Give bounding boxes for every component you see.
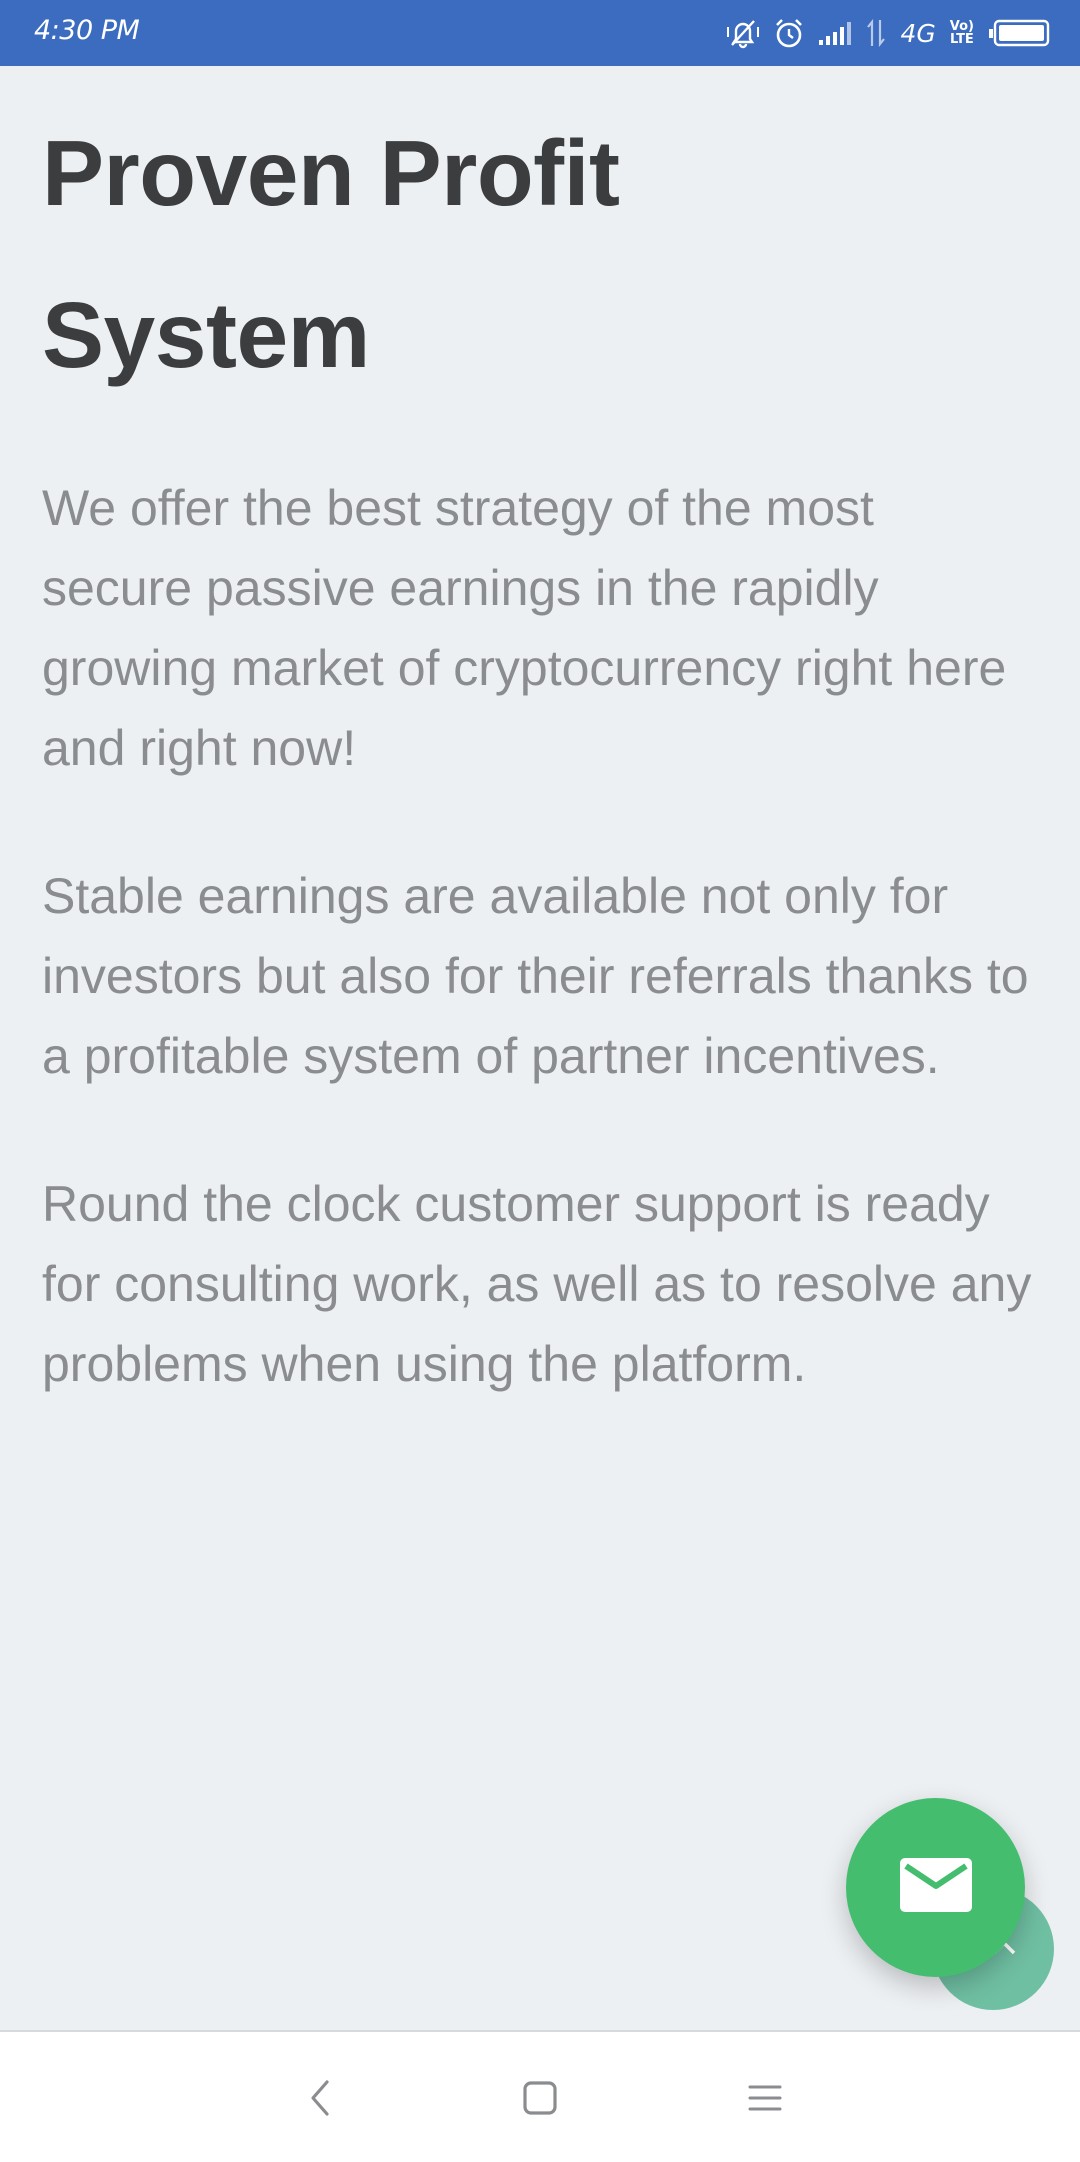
menu-icon — [747, 2083, 783, 2118]
system-nav-bar — [0, 2030, 1080, 2162]
paragraph-strategy: We offer the best strategy of the most s… — [42, 480, 1007, 776]
mute-vibrate-icon — [726, 17, 760, 49]
page-title: Proven Profit System — [42, 92, 1032, 416]
status-time: 4:30 PM — [34, 15, 140, 46]
paragraph-support: Round the clock customer support is read… — [42, 1176, 1032, 1392]
nav-home-button[interactable] — [510, 2070, 570, 2130]
signal-icon — [818, 20, 852, 46]
volte-bottom-label: LTE — [949, 32, 974, 47]
page-title-line-2: System — [42, 283, 370, 387]
network-type-label: 4G — [900, 18, 936, 48]
status-bar: 4:30 PM 4G Vo) LTE — [0, 0, 1080, 66]
battery-icon — [988, 19, 1050, 47]
page-title-line-1: Proven Profit — [42, 121, 620, 225]
status-icons: 4G Vo) LTE — [726, 14, 1050, 52]
home-icon — [522, 2080, 558, 2121]
nav-back-button[interactable] — [290, 2070, 350, 2130]
paragraph-referrals: Stable earnings are available not only f… — [42, 868, 1029, 1084]
contact-mail-button[interactable] — [846, 1798, 1025, 1977]
volte-badge: Vo) LTE — [950, 20, 974, 46]
back-icon — [308, 2078, 332, 2123]
mail-icon — [899, 1858, 972, 1917]
main-content: Proven Profit System We offer the best s… — [42, 66, 1032, 1404]
data-arrows-icon — [866, 18, 886, 48]
nav-recents-button[interactable] — [735, 2070, 795, 2130]
alarm-icon — [774, 17, 804, 49]
